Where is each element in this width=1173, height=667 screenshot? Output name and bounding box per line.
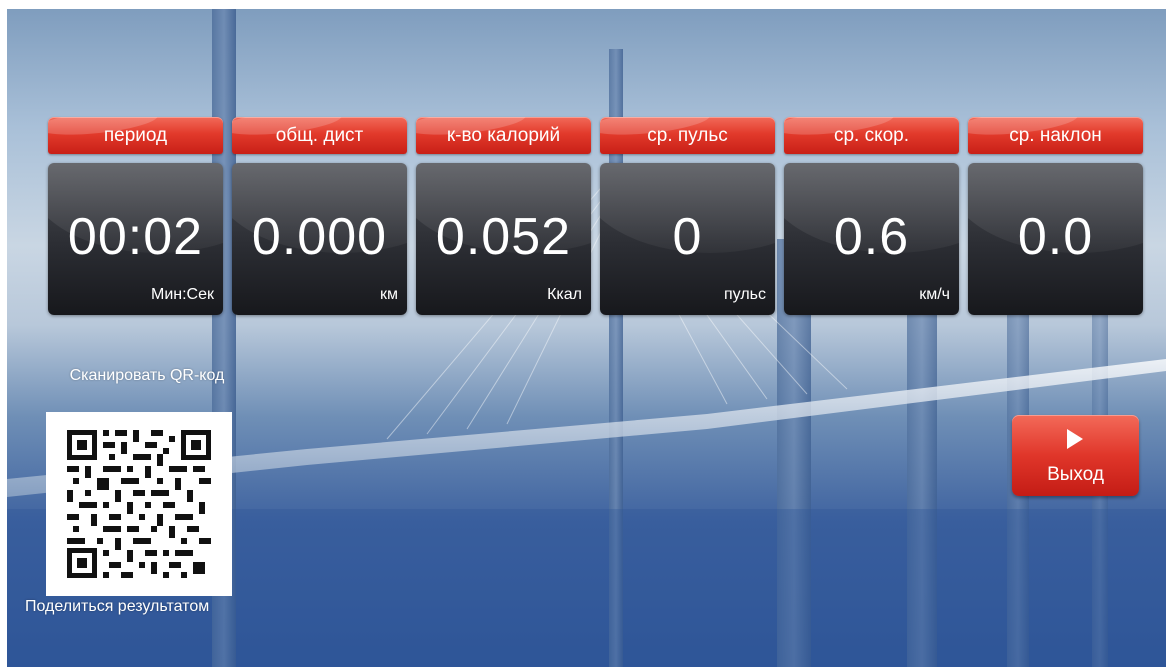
stat-value: 0.6: [833, 208, 910, 266]
qr-scan-title: Сканировать QR-код: [69, 367, 225, 384]
stat-card-pulse: ср. пульс 0 пульс: [600, 117, 775, 315]
stat-panel: 00:02 Мин:Сек: [48, 163, 223, 315]
share-results-label: Поделиться результатом: [25, 598, 210, 615]
stat-panel: 0.0: [968, 163, 1143, 315]
stat-card-distance: общ. дист 0.000 км: [232, 117, 407, 315]
qr-code: [46, 412, 232, 596]
stat-card-incline: ср. наклон 0.0: [968, 117, 1143, 315]
stat-label: ср. наклон: [968, 117, 1143, 154]
play-icon: [1067, 429, 1083, 449]
exit-button-label: Выход: [1047, 464, 1104, 485]
stat-label: общ. дист: [232, 117, 407, 154]
stat-card-calories: к-во калорий 0.052 Ккал: [416, 117, 591, 315]
stat-value: 0: [672, 208, 703, 266]
stat-panel: 0 пульс: [600, 163, 775, 315]
stat-unit: Мин:Сек: [151, 286, 214, 303]
stat-card-period: период 00:02 Мин:Сек: [48, 117, 223, 315]
stat-value: 00:02: [67, 208, 204, 266]
stat-label: период: [48, 117, 223, 154]
stat-unit: пульс: [724, 286, 766, 303]
stat-unit: км: [380, 286, 398, 303]
qr-code-icon: [67, 430, 211, 578]
stat-panel: 0.052 Ккал: [416, 163, 591, 315]
workout-summary-screen: период 00:02 Мин:Сек общ. дист 0.000 км …: [7, 9, 1166, 667]
stat-label: к-во калорий: [416, 117, 591, 154]
stat-label: ср. скор.: [784, 117, 959, 154]
stat-value: 0.052: [435, 208, 572, 266]
stat-card-speed: ср. скор. 0.6 км/ч: [784, 117, 959, 315]
stat-value: 0.0: [1017, 208, 1094, 266]
exit-button[interactable]: Выход: [1012, 415, 1139, 496]
stat-unit: км/ч: [919, 286, 950, 303]
stat-unit: Ккал: [547, 286, 582, 303]
stat-panel: 0.6 км/ч: [784, 163, 959, 315]
stat-value: 0.000: [251, 208, 388, 266]
stat-panel: 0.000 км: [232, 163, 407, 315]
stat-label: ср. пульс: [600, 117, 775, 154]
